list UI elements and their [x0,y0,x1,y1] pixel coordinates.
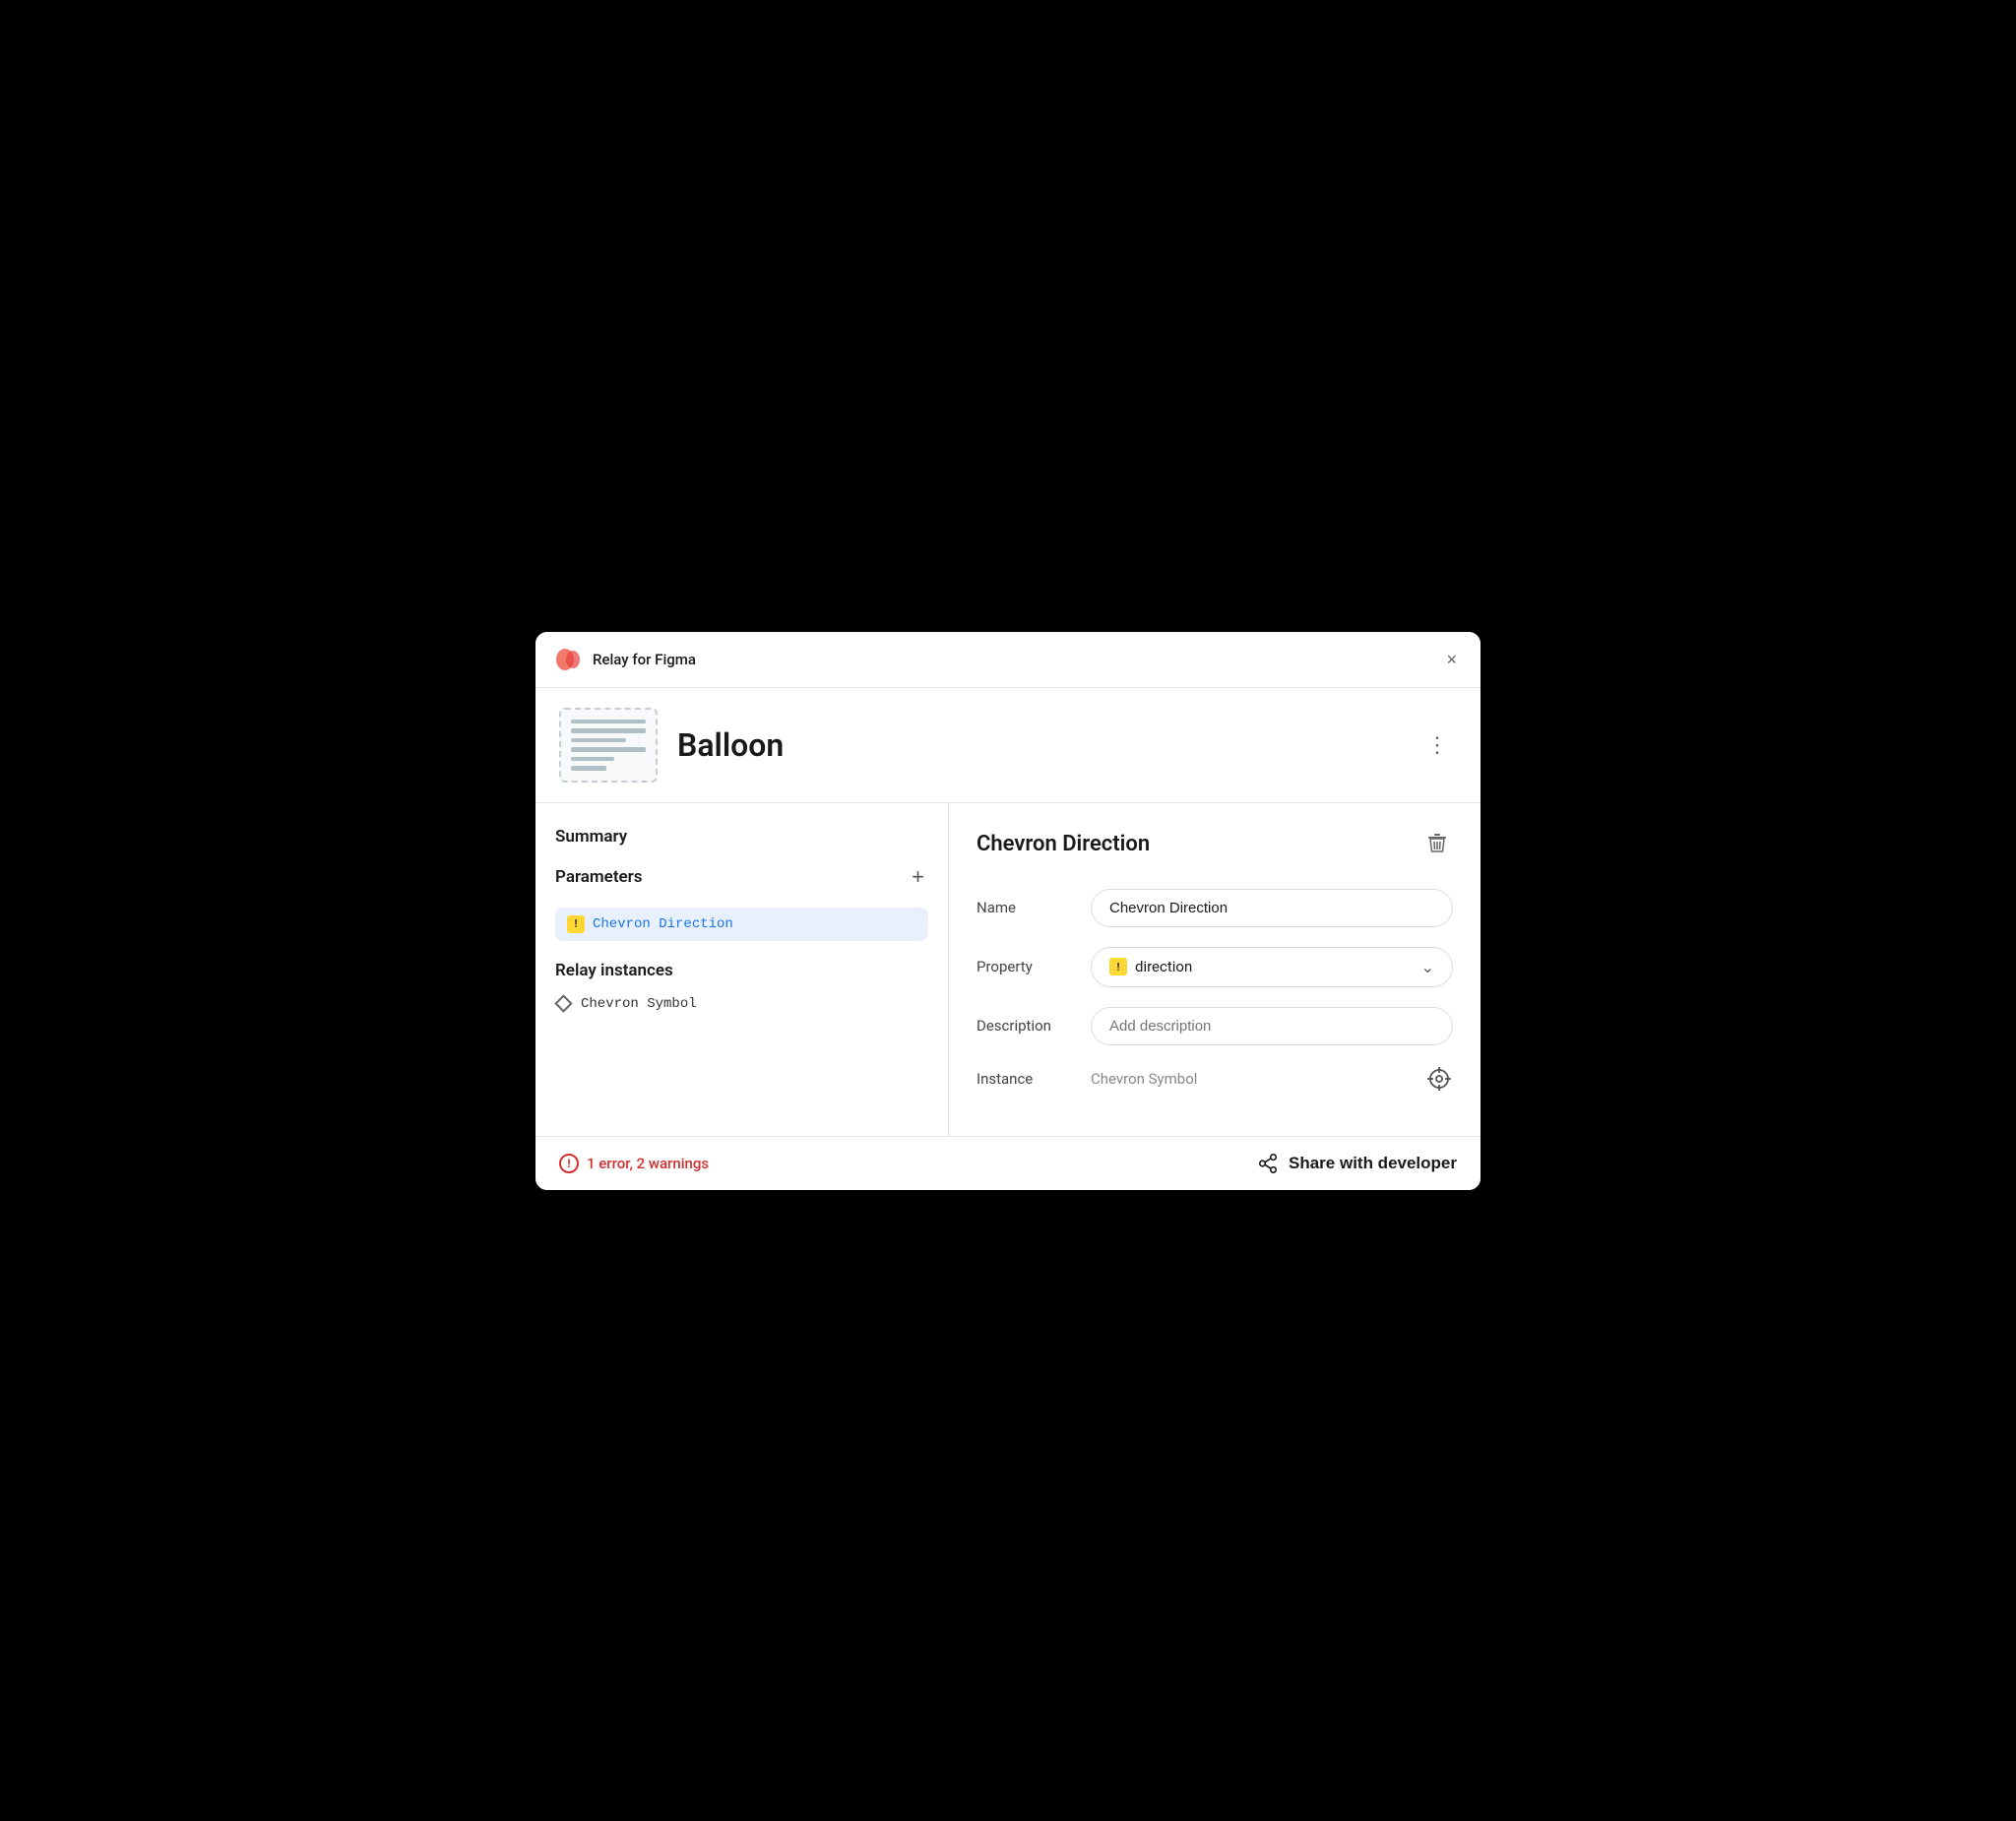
component-thumbnail [559,708,658,783]
share-icon [1257,1153,1279,1174]
error-text: 1 error, 2 warnings [587,1155,709,1172]
more-options-button[interactable]: ⋮ [1418,728,1457,762]
share-label: Share with developer [1289,1154,1457,1173]
component-header-left: Balloon [559,708,784,783]
thumb-line-4 [571,747,646,752]
name-field-row: Name [976,889,1453,927]
error-icon: ! [559,1154,579,1173]
property-dropdown[interactable]: ! direction ⌄ [1091,947,1453,987]
chevron-down-icon: ⌄ [1421,958,1434,976]
property-value: direction [1135,958,1192,975]
titlebar-title: Relay for Figma [593,651,696,668]
main-content: Summary Parameters + ! Chevron Direction… [536,803,1480,1136]
description-field-row: Description [976,1007,1453,1045]
chevron-direction-param-item[interactable]: ! Chevron Direction [555,908,928,941]
left-panel: Summary Parameters + ! Chevron Direction… [536,803,949,1136]
description-label: Description [976,1017,1075,1035]
error-section: ! 1 error, 2 warnings [559,1154,709,1173]
relay-instances-section: Relay instances Chevron Symbol [555,961,928,1016]
thumb-line-5 [571,757,614,762]
footer: ! 1 error, 2 warnings Share with develop… [536,1136,1480,1190]
diamond-shape [554,994,572,1012]
description-input[interactable] [1091,1007,1453,1045]
add-parameter-button[interactable]: + [908,866,928,888]
diamond-icon [555,996,571,1012]
trash-icon [1425,831,1449,854]
property-warning-icon: ! [1109,958,1127,975]
right-panel-title: Chevron Direction [976,832,1150,856]
titlebar: Relay for Figma × [536,632,1480,688]
share-with-developer-button[interactable]: Share with developer [1257,1153,1457,1174]
component-header: Balloon ⋮ [536,688,1480,803]
property-label: Property [976,958,1075,975]
instance-label: Instance [976,1070,1075,1088]
parameters-section-header: Parameters + [555,866,928,888]
close-button[interactable]: × [1442,647,1461,672]
param-item-label: Chevron Direction [593,916,733,932]
relay-logo-icon [555,646,583,673]
right-panel: Chevron Direction Name [949,803,1480,1136]
thumb-line-6 [571,766,606,771]
summary-section-title: Summary [555,827,928,847]
crosshair-icon [1426,1066,1452,1092]
instance-field-row: Instance Chevron Symbol [976,1065,1453,1093]
thumb-line-2 [571,728,646,733]
warning-icon: ! [567,915,585,933]
dropdown-left: ! direction [1109,958,1192,975]
right-panel-header: Chevron Direction [976,827,1453,861]
component-name: Balloon [677,726,784,764]
name-label: Name [976,899,1075,916]
relay-instances-title: Relay instances [555,961,928,980]
titlebar-left: Relay for Figma [555,646,696,673]
instance-item[interactable]: Chevron Symbol [555,992,928,1016]
instance-field: Chevron Symbol [1091,1065,1453,1093]
parameters-title: Parameters [555,867,643,887]
delete-button[interactable] [1421,827,1453,861]
thumb-line-1 [571,720,646,724]
target-icon[interactable] [1425,1065,1453,1093]
property-field-row: Property ! direction ⌄ [976,947,1453,987]
instance-value: Chevron Symbol [1091,1070,1197,1088]
thumb-line-3 [571,738,626,743]
instance-item-label: Chevron Symbol [581,996,697,1012]
name-input[interactable] [1091,889,1453,927]
